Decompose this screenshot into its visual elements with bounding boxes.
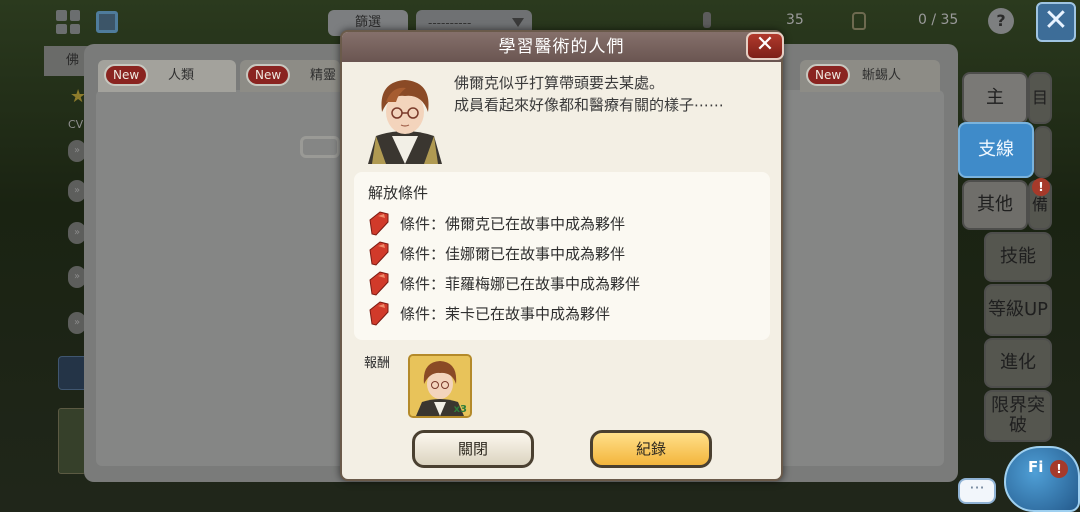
evolve-button[interactable]: 進化 (984, 338, 1052, 388)
tab-lizardman[interactable]: New 蜥蜴人 (800, 60, 940, 92)
condition-text: 條件：菲羅梅娜已在故事中成為夥伴 (400, 275, 641, 293)
alert-icon: ! (1050, 460, 1068, 478)
close-button[interactable]: 關閉 (412, 430, 534, 468)
bag-icon (852, 12, 866, 30)
condition-text: 條件：佳娜爾已在故事中成為夥伴 (400, 245, 626, 263)
tag-icon (369, 271, 389, 296)
record-button[interactable]: 紀錄 (590, 430, 712, 468)
limit-break-button[interactable]: 限界突破 (984, 390, 1052, 442)
storage-count: 0 / 35 (918, 12, 959, 28)
pin-icon (703, 12, 711, 28)
tab-human[interactable]: New 人類 (98, 60, 236, 92)
other-story-button[interactable]: 其他 (962, 180, 1028, 230)
grid-menu-icon[interactable] (56, 10, 80, 34)
main-story-button[interactable]: 主 (962, 72, 1028, 124)
condition-text: 條件：佛爾克已在故事中成為夥伴 (400, 215, 626, 233)
reward-quantity: x3 (453, 404, 467, 415)
quest-dialog: 學習醫術的人們 ✕ 佛爾克似乎打算帶頭要去某處。 成員看起來好像都和醫療有關的樣… (340, 30, 784, 481)
story-line: 佛爾克似乎打算帶頭要去某處。 (454, 74, 665, 92)
decor-icon (300, 136, 340, 158)
branch-story-button[interactable]: 支線 (958, 122, 1034, 178)
reward-label: 報酬 (364, 356, 391, 371)
character-card-thumb[interactable] (58, 408, 86, 474)
tag-icon (369, 211, 389, 236)
new-badge: New (246, 64, 291, 86)
new-badge: New (104, 64, 149, 86)
character-portrait (368, 80, 442, 164)
condition-row: 條件：佳娜爾已在故事中成為夥伴 (368, 240, 758, 266)
tag-icon (369, 241, 389, 266)
sort-dropdown-value: ---------- (428, 16, 472, 30)
tab-elf[interactable]: New 精靈 (240, 60, 340, 92)
conditions-title: 解放條件 (368, 184, 429, 202)
alert-icon: ! (1032, 178, 1050, 196)
story-text: 佛爾克似乎打算帶頭要去某處。 成員看起來好像都和醫療有關的樣子⋯⋯ (454, 72, 774, 116)
story-line: 成員看起來好像都和醫療有關的樣子⋯⋯ (454, 96, 725, 114)
mascot-helper[interactable] (1004, 446, 1080, 512)
dialog-title: 學習醫術的人們 (342, 32, 781, 62)
chevron-down-icon (512, 18, 524, 27)
unit-count: 35 (786, 12, 804, 28)
mascot-label: Fi (1028, 458, 1044, 476)
skill-button[interactable]: 技能 (984, 232, 1052, 282)
cv-label: CV (68, 118, 84, 131)
tab-label: 人類 (168, 68, 195, 83)
unlock-conditions: 解放條件 條件：佛爾克已在故事中成為夥伴 條件：佳娜爾已在故事中成為夥伴 條件：… (354, 172, 770, 340)
dialog-close-button[interactable]: ✕ (746, 32, 784, 60)
condition-row: 條件：佛爾克已在故事中成為夥伴 (368, 210, 758, 236)
tag-icon (369, 301, 389, 326)
side-menu-edge (1034, 126, 1052, 178)
close-screen-button[interactable]: ✕ (1036, 2, 1076, 42)
view-toggle-icon[interactable] (96, 11, 118, 33)
side-menu-label: 目 (1028, 72, 1052, 124)
level-up-button[interactable]: 等級UP (984, 284, 1052, 336)
condition-text: 條件：茉卡已在故事中成為夥伴 (400, 305, 611, 323)
new-badge: New (806, 64, 851, 86)
condition-row: 條件：茉卡已在故事中成為夥伴 (368, 300, 758, 326)
help-button[interactable]: ? (988, 8, 1014, 34)
tab-label: 精靈 (310, 68, 337, 83)
chat-icon[interactable]: ··· (958, 478, 996, 504)
condition-row: 條件：菲羅梅娜已在故事中成為夥伴 (368, 270, 758, 296)
reward-item[interactable]: x3 (408, 354, 472, 418)
tab-label: 蜥蜴人 (862, 68, 902, 83)
